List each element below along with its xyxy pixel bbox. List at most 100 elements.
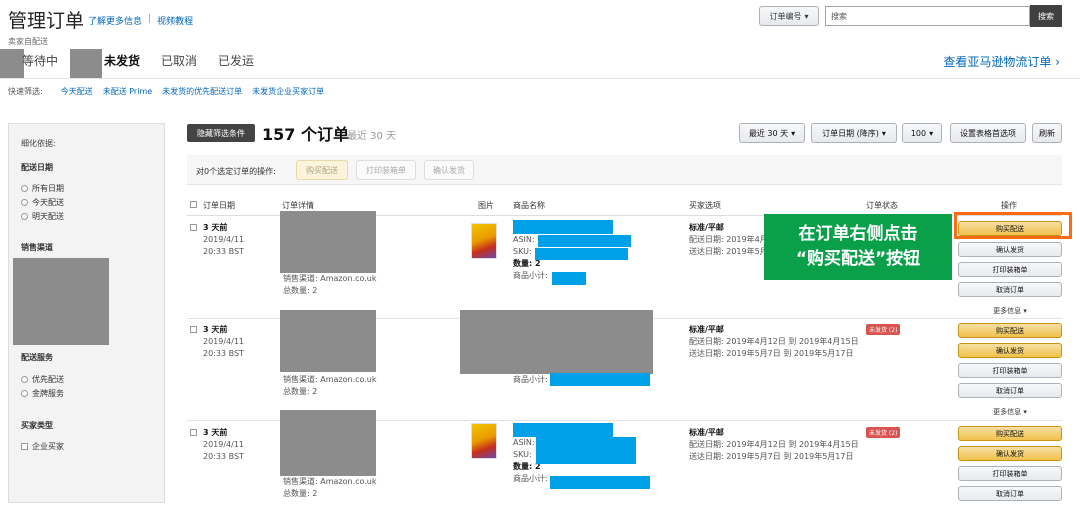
confirm-ship-button[interactable]: 确认发货 [958, 446, 1062, 461]
redacted-block [460, 310, 653, 374]
radio-icon [21, 213, 28, 220]
shipping-cell: 标准/平邮 配送日期: 2019年4月 送达日期: 2019年5月 [689, 223, 768, 256]
order-count: 157 个订单 [262, 125, 349, 144]
checkbox-icon [190, 429, 197, 436]
filter-today[interactable]: 今天配送 [21, 197, 64, 208]
bulk-buy-shipping-button[interactable]: 购买配送 [296, 160, 348, 180]
tab-shipped[interactable]: 已发运 [218, 52, 254, 69]
redacted-block [0, 49, 24, 79]
filter-tomorrow[interactable]: 明天配送 [21, 211, 64, 222]
column-order-details: 订单详情 [282, 201, 314, 210]
redacted-block [13, 258, 109, 345]
bulk-print-slip-button[interactable]: 打印装箱单 [356, 160, 416, 180]
cancel-order-button[interactable]: 取消订单 [958, 486, 1062, 501]
redacted-block [280, 310, 376, 372]
column-order-date[interactable]: 订单日期 [203, 200, 235, 211]
shipping-cell: 标准/平邮 配送日期: 2019年4月12日 到 2019年4月15日 送达日期… [689, 428, 859, 461]
checkbox-icon [190, 201, 197, 208]
quick-filter-prime[interactable]: 未配送 Prime [103, 86, 152, 97]
column-shipping-option: 买家选项 [689, 201, 721, 210]
column-image: 图片 [478, 201, 494, 210]
refine-by-label: 细化依据: [21, 139, 56, 148]
shipping-service-heading: 配送服务 [21, 353, 53, 362]
video-tutorial-link[interactable]: 视频教程 [157, 14, 193, 27]
fba-orders-link[interactable]: 查看亚马逊物流订单 › [943, 53, 1060, 70]
buy-shipping-highlight [954, 212, 1072, 239]
buyer-type-heading: 买家类型 [21, 421, 53, 430]
print-slip-button[interactable]: 打印装箱单 [958, 363, 1062, 378]
checkbox-icon [190, 326, 197, 333]
column-actions: 操作 [1001, 201, 1017, 210]
redacted-block [70, 49, 102, 79]
redacted-block [550, 373, 650, 386]
quick-filter-label: 快速筛选: [8, 87, 43, 96]
product-info-cell: 商品小计: [513, 375, 548, 384]
status-badge: 未发货 (2) [866, 427, 901, 438]
buy-shipping-button[interactable]: 购买配送 [958, 426, 1062, 441]
selected-actions-label: 对0个选定订单的操作: [196, 167, 276, 176]
confirm-ship-button[interactable]: 确认发货 [958, 242, 1062, 257]
search-type-select[interactable]: 订单编号 ▾ [759, 6, 819, 26]
checkbox-icon [190, 224, 197, 231]
redacted-block [550, 476, 650, 489]
callout-line-1: 在订单右侧点击 [798, 224, 918, 244]
search-input[interactable]: 搜索 [825, 6, 1030, 26]
order-tabs: 等待中 未发货 已取消 已发运 [0, 49, 320, 79]
learn-more-link[interactable]: 了解更多信息 [88, 14, 142, 27]
confirm-ship-button[interactable]: 确认发货 [958, 343, 1062, 358]
column-product-name: 商品名称 [513, 201, 545, 210]
order-details-cell: 销售渠道: Amazon.co.uk 总数量: 2 [283, 477, 377, 498]
product-image[interactable] [471, 423, 497, 459]
seller-fulfilled-label: 卖家自配送 [8, 37, 48, 46]
filter-premium[interactable]: 金牌服务 [21, 388, 64, 399]
radio-icon [21, 199, 28, 206]
quick-filter-business[interactable]: 未发货企业买家订单 [252, 86, 324, 97]
refresh-button[interactable]: 刷新 [1032, 123, 1062, 143]
hide-filters-button[interactable]: 隐藏筛选条件 [187, 124, 255, 142]
search-button[interactable]: 搜索 [1030, 5, 1062, 27]
filter-all-dates[interactable]: 所有日期 [21, 183, 64, 194]
search-type-label: 订单编号 [769, 11, 802, 21]
order-date-cell: 3 天前 2019/4/11 20:33 BST [203, 325, 245, 358]
product-image[interactable] [471, 223, 497, 259]
table-settings-button[interactable]: 设置表格首选项 [950, 123, 1026, 143]
page-size-select[interactable]: 100 ▾ [902, 123, 942, 143]
filter-priority[interactable]: 优先配送 [21, 374, 64, 385]
more-info-link[interactable]: 更多信息 ▾ [958, 407, 1062, 417]
more-info-link[interactable]: 更多信息 ▾ [958, 306, 1062, 316]
chevron-down-icon: ▾ [929, 128, 934, 138]
sort-select[interactable]: 订单日期 (降序) ▾ [811, 123, 897, 143]
page-title: 管理订单 [8, 10, 85, 32]
redacted-block [280, 410, 376, 476]
checkbox-icon [21, 443, 28, 450]
tab-cancelled[interactable]: 已取消 [161, 52, 197, 69]
select-all-checkbox[interactable] [190, 200, 201, 209]
row-checkbox[interactable] [190, 324, 201, 336]
quick-filter-bar: 快速筛选: 今天配送 未配送 Prime 未发货的优先配送订单 未发货企业买家订… [8, 86, 324, 97]
tab-divider [0, 78, 1080, 79]
shipping-cell: 标准/平邮 配送日期: 2019年4月12日 到 2019年4月15日 送达日期… [689, 325, 859, 358]
period-select[interactable]: 最近 30 天 ▾ [739, 123, 805, 143]
redacted-block [513, 220, 613, 234]
row-checkbox[interactable] [190, 222, 201, 234]
buy-shipping-button[interactable]: 购买配送 [958, 323, 1062, 338]
row-checkbox[interactable] [190, 427, 201, 439]
print-slip-button[interactable]: 打印装箱单 [958, 262, 1062, 277]
quick-filter-today[interactable]: 今天配送 [61, 86, 93, 97]
tab-unshipped[interactable]: 未发货 [104, 52, 140, 69]
bulk-confirm-ship-button[interactable]: 确认发货 [424, 160, 474, 180]
print-slip-button[interactable]: 打印装箱单 [958, 466, 1062, 481]
order-details-cell: 销售渠道: Amazon.co.uk 总数量: 2 [283, 274, 377, 295]
delivery-date-heading: 配送日期 [21, 163, 53, 172]
order-range: 最近 30 天 [347, 131, 397, 142]
quick-filter-priority[interactable]: 未发货的优先配送订单 [162, 86, 242, 97]
cancel-order-button[interactable]: 取消订单 [958, 282, 1062, 297]
status-badge: 未发货 (2) [866, 324, 901, 335]
redacted-block [535, 248, 628, 260]
callout-line-2: “购买配送”按钮 [795, 249, 921, 269]
tab-pending[interactable]: 等待中 [22, 52, 58, 69]
cancel-order-button[interactable]: 取消订单 [958, 383, 1062, 398]
filter-business-buyer[interactable]: 企业买家 [21, 441, 64, 452]
sales-channel-heading: 销售渠道 [21, 243, 53, 252]
redacted-block [538, 235, 631, 247]
